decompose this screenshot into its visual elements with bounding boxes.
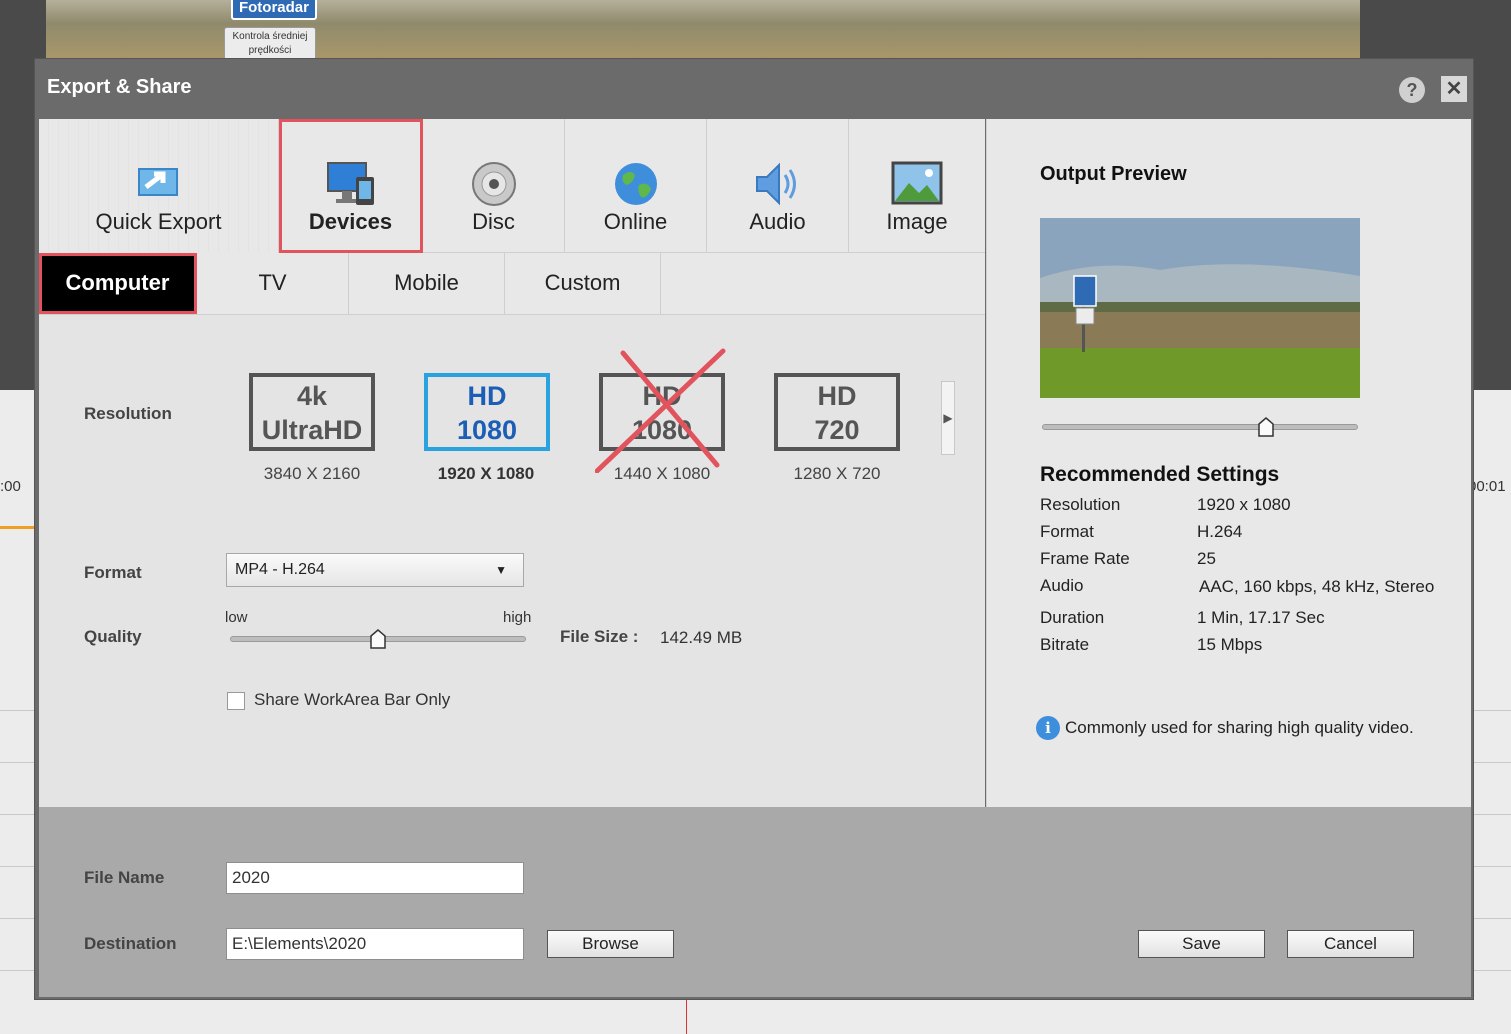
rs-duration-value: 1 Min, 17.17 Sec (1197, 608, 1325, 627)
preset-size: 1280 X 720 (793, 464, 881, 483)
preset-hd-720[interactable]: HD 720 (774, 373, 900, 451)
help-button[interactable]: ? (1399, 77, 1425, 103)
info-icon: i (1036, 716, 1060, 740)
destination-label: Destination (84, 934, 177, 953)
close-button[interactable]: ✕ (1441, 76, 1467, 102)
tab-quick-export[interactable]: Quick Export (39, 119, 279, 253)
resolution-label: Resolution (84, 404, 172, 423)
rs-bitrate-key: Bitrate (1040, 635, 1090, 654)
timeline-marker (0, 526, 34, 529)
export-icon (136, 161, 182, 205)
image-icon (891, 161, 943, 211)
tab-label: Audio (749, 209, 806, 234)
output-preview-pane: Output Preview Recommended Settings Reso… (986, 119, 1471, 807)
device-subtabs: Computer TV Mobile Custom (39, 253, 985, 315)
rs-resolution-key: Resolution (1040, 495, 1121, 514)
tab-audio[interactable]: Audio (707, 119, 849, 253)
globe-icon (613, 161, 659, 213)
quality-high-label: high (503, 609, 532, 626)
export-share-dialog: Export & Share ? ✕ Quick Export Devices (34, 58, 1474, 1000)
devices-icon (326, 161, 376, 213)
category-tabs: Quick Export Devices Disc Online Audio I… (39, 119, 985, 253)
format-value: MP4 - H.264 (235, 561, 325, 578)
recommended-settings-title: Recommended Settings (1040, 463, 1280, 486)
preset-size: 1920 X 1080 (437, 464, 535, 483)
tab-online[interactable]: Online (565, 119, 707, 253)
subtab-tv[interactable]: TV (197, 253, 349, 314)
preset-line1: HD (467, 381, 507, 411)
share-workarea-label: Share WorkArea Bar Only (254, 690, 451, 709)
file-name-input[interactable]: 2020 (226, 862, 524, 894)
output-preview-image (1040, 218, 1360, 398)
preset-4k-uhd[interactable]: 4k UltraHD (249, 373, 375, 451)
export-settings-pane: Quick Export Devices Disc Online Audio I… (39, 119, 985, 807)
info-text: Commonly used for sharing high quality v… (1065, 718, 1414, 737)
tab-label: Online (603, 209, 668, 234)
dialog-titlebar: Export & Share ? ✕ (35, 59, 1473, 119)
cancel-button[interactable]: Cancel (1287, 930, 1414, 958)
preset-line2: UltraHD (261, 415, 363, 445)
preset-line2: 720 (814, 415, 860, 445)
video-frame: Fotoradar Kontrola średniej prędkości (46, 0, 1360, 58)
preset-hd-1080[interactable]: HD 1080 (424, 373, 550, 451)
preview-scrub-track[interactable] (1042, 424, 1358, 430)
preset-line1: HD (817, 381, 857, 411)
rs-bitrate-value: 15 Mbps (1197, 635, 1263, 654)
disc-icon (471, 161, 517, 213)
browse-button[interactable]: Browse (547, 930, 674, 958)
subtab-computer[interactable]: Computer (39, 253, 197, 314)
quality-label: Quality (84, 627, 142, 646)
save-button[interactable]: Save (1138, 930, 1265, 958)
rs-audio-key: Audio (1040, 576, 1084, 595)
tab-label: Image (886, 209, 948, 234)
rs-resolution-value: 1920 x 1080 (1197, 495, 1291, 514)
next-presets-arrow[interactable]: ▶ (941, 381, 955, 455)
output-preview-title: Output Preview (1040, 163, 1187, 185)
rs-duration-key: Duration (1040, 608, 1105, 627)
rs-format-value: H.264 (1197, 522, 1243, 541)
timeline-start-label: :00 (0, 478, 21, 495)
rs-audio-value: AAC, 160 kbps, 48 kHz, Stereo (1199, 577, 1435, 596)
preset-line2: 1080 (456, 415, 518, 445)
preset-line1: 4k (296, 381, 328, 411)
subtab-mobile[interactable]: Mobile (349, 253, 505, 314)
dialog-title: Export & Share (47, 76, 192, 98)
quality-low-label: low (225, 609, 248, 626)
save-bar: File Name 2020 Destination E:\Elements\2… (39, 807, 1471, 997)
file-size-value: 142.49 MB (660, 628, 743, 647)
tab-devices[interactable]: Devices (279, 119, 423, 253)
speed-camera-sign: Fotoradar (231, 0, 317, 20)
preview-scrub-thumb[interactable] (1258, 417, 1275, 437)
file-size-label: File Size : (560, 627, 639, 646)
file-name-label: File Name (84, 868, 165, 887)
cross-out-mark (595, 348, 726, 473)
tab-image[interactable]: Image (849, 119, 985, 253)
rs-format-key: Format (1040, 522, 1094, 541)
speaker-icon (753, 161, 803, 213)
rs-framerate-key: Frame Rate (1040, 549, 1130, 568)
chevron-down-icon: ▼ (495, 563, 507, 577)
subtab-custom[interactable]: Custom (505, 253, 661, 314)
speed-control-sign: Kontrola średniej prędkości (224, 27, 316, 58)
preset-size: 3840 X 2160 (263, 464, 361, 483)
format-label: Format (84, 563, 142, 582)
tab-label: Disc (472, 209, 515, 234)
tab-disc[interactable]: Disc (423, 119, 565, 253)
playhead (686, 998, 687, 1034)
tab-label: Devices (308, 209, 393, 234)
tab-label: Quick Export (95, 209, 222, 234)
share-workarea-checkbox[interactable] (227, 692, 245, 710)
rs-framerate-value: 25 (1197, 549, 1216, 568)
destination-input[interactable]: E:\Elements\2020 (226, 928, 524, 960)
format-dropdown[interactable]: MP4 - H.264 ▼ (226, 553, 524, 587)
quality-slider-thumb[interactable] (370, 629, 386, 649)
preview-landscape-image (1040, 218, 1360, 398)
